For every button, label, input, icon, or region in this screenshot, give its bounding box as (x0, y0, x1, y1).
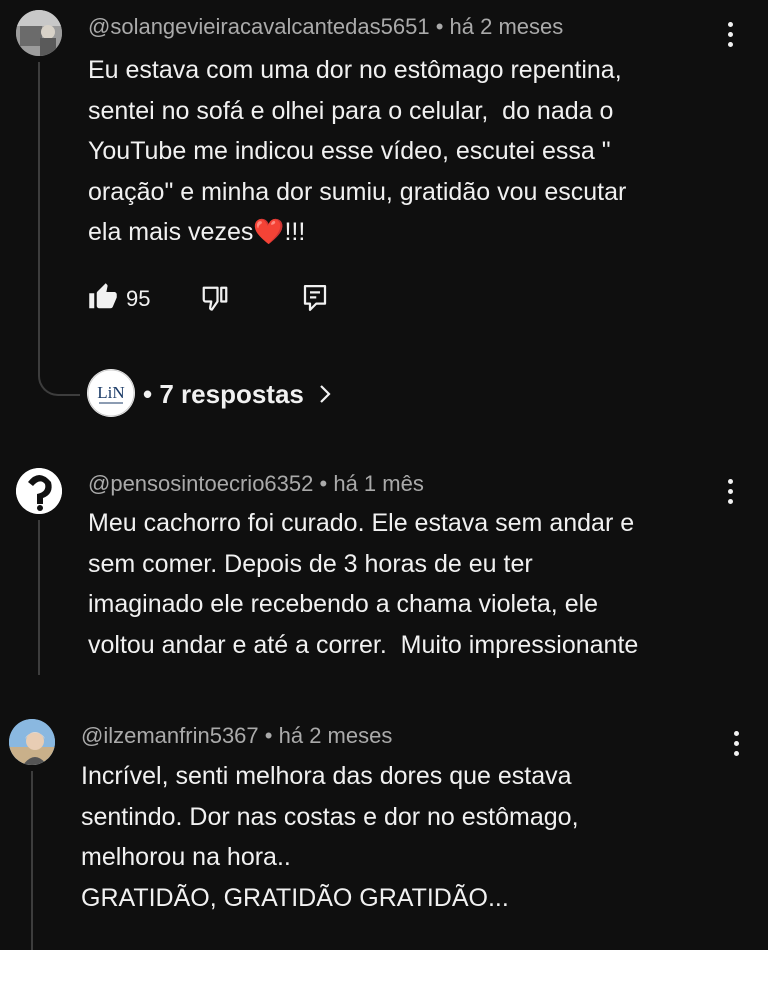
meta-separator: • (435, 14, 444, 39)
reply-thread-line (31, 771, 33, 950)
comment-timestamp: há 2 meses (278, 723, 393, 748)
like-count: 95 (126, 286, 151, 311)
like-button[interactable] (88, 282, 118, 312)
profile-photo-icon (9, 719, 55, 765)
chevron-right-icon (320, 385, 331, 403)
comment-text: Meu cachorro foi curado. Ele estava sem … (88, 509, 639, 659)
reply-author-avatar[interactable]: LiN (87, 369, 135, 417)
comment-text: Incrível, senti melhora das dores que es… (81, 762, 579, 912)
view-replies-button[interactable]: • 7 respostas (143, 379, 333, 410)
comment-meta: @pensosintoecrio6352 • há 1 mês (88, 471, 424, 497)
comments-panel-top: @solangevieiracavalcantedas5651 • há 2 m… (0, 0, 768, 675)
meta-separator: • (143, 379, 153, 409)
meta-separator: • (319, 471, 328, 496)
svg-text:LiN: LiN (97, 383, 124, 402)
commenter-avatar[interactable] (16, 10, 62, 56)
comment-meta: @ilzemanfrin5367 • há 2 meses (81, 723, 392, 749)
comment-menu-button[interactable] (724, 729, 748, 759)
question-face-icon (16, 468, 62, 514)
replies-count: 7 respostas (159, 379, 304, 409)
comment-author[interactable]: @solangevieiracavalcantedas5651 (88, 14, 430, 39)
commenter-avatar[interactable] (16, 468, 62, 514)
avatar-photo-icon (16, 10, 62, 56)
comments-panel-bottom: @ilzemanfrin5367 • há 2 meses Incrível, … (0, 675, 768, 950)
reply-button[interactable] (300, 283, 330, 313)
commenter-avatar[interactable] (9, 719, 55, 765)
thumb-up-icon (89, 283, 117, 309)
comment-meta: @solangevieiracavalcantedas5651 • há 2 m… (88, 14, 563, 40)
reply-thread-curve (38, 362, 80, 396)
comment-menu-button[interactable] (718, 20, 742, 50)
thumb-down-icon (202, 286, 228, 311)
lin-logo-icon: LiN (87, 369, 135, 417)
reply-icon (303, 285, 327, 311)
comment-timestamp: há 1 mês (333, 471, 424, 496)
comment-text: Eu estava com uma dor no estômago repent… (88, 56, 627, 246)
reply-thread-line (38, 62, 40, 370)
comment-author[interactable]: @pensosintoecrio6352 (88, 471, 313, 496)
meta-separator: • (264, 723, 273, 748)
reply-thread-line (38, 520, 40, 675)
dislike-button[interactable] (200, 284, 230, 314)
comment-timestamp: há 2 meses (449, 14, 564, 39)
comment-author[interactable]: @ilzemanfrin5367 (81, 723, 259, 748)
